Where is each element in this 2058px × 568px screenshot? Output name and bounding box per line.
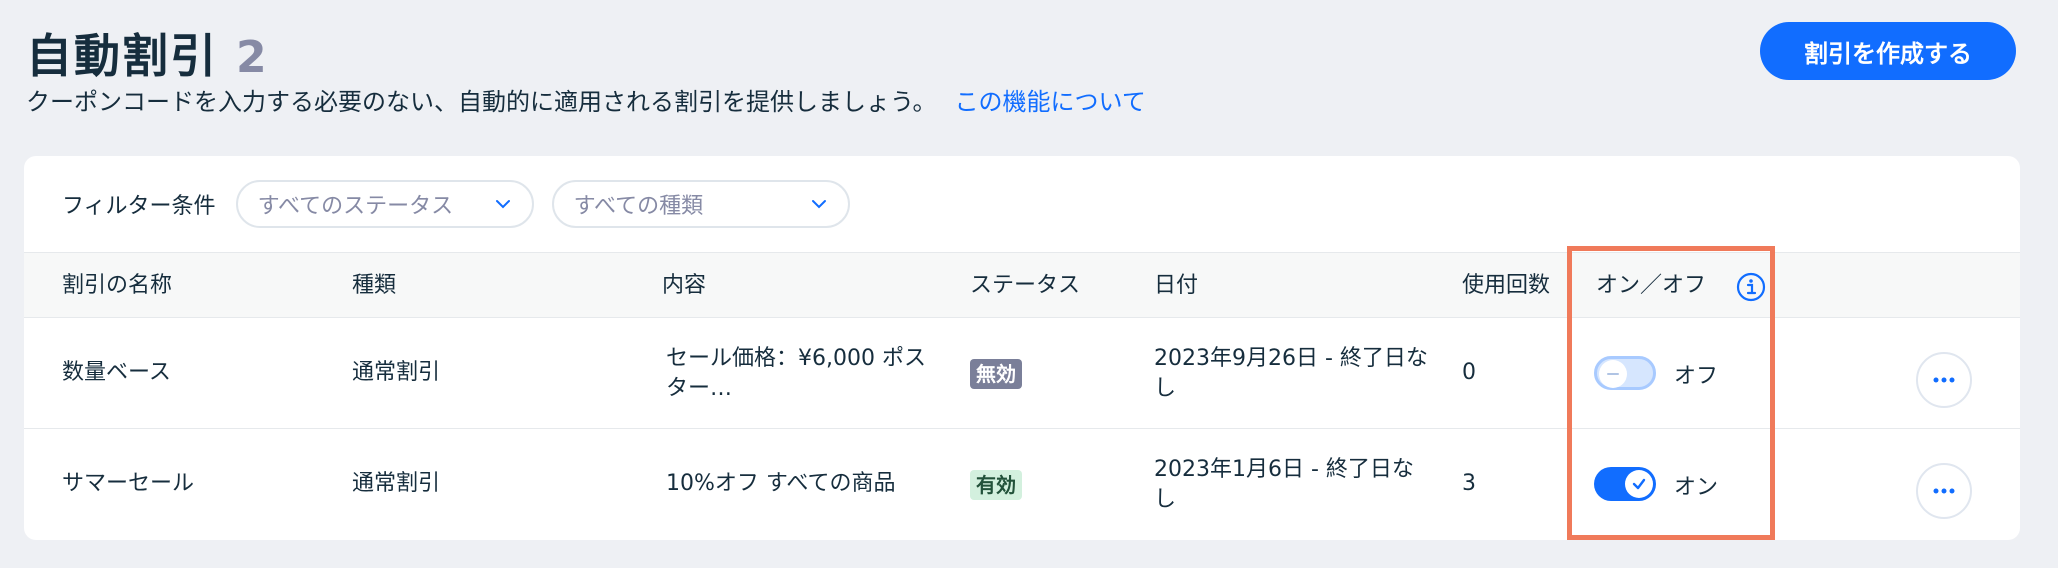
info-icon[interactable] <box>1736 272 1766 302</box>
filter-label: フィルター条件 <box>62 194 216 219</box>
minus-icon <box>1599 360 1627 388</box>
discount-toggle[interactable] <box>1594 467 1656 501</box>
discount-count: 2 <box>236 32 267 83</box>
usage-count: 3 <box>1462 471 1476 496</box>
column-header-date[interactable]: 日付 <box>1154 253 1198 319</box>
page-subtitle-row: クーポンコードを入力する必要のない、自動的に適用される割引を提供しましょう。 この… <box>26 82 1146 117</box>
status-badge: 無効 <box>970 359 1022 389</box>
more-actions-button[interactable] <box>1916 352 1972 408</box>
discount-toggle[interactable] <box>1594 356 1656 390</box>
column-header-uses[interactable]: 使用回数 <box>1462 253 1550 319</box>
discount-type: 通常割引 <box>352 360 441 385</box>
table-header: 割引の名称 種類 内容 ステータス 日付 使用回数 オン／オフ <box>24 252 2020 318</box>
toggle-state-label: オフ <box>1674 364 1719 389</box>
discount-content: セール価格：¥6,000 ポスター… <box>666 346 926 401</box>
column-header-onoff: オン／オフ <box>1596 273 1707 298</box>
filter-bar: フィルター条件 すべてのステータス すべての種類 <box>24 156 2020 252</box>
type-filter-value: すべての種類 <box>573 194 704 219</box>
more-horizontal-icon <box>1933 488 1955 494</box>
check-icon <box>1625 470 1653 498</box>
chevron-down-icon <box>810 195 828 213</box>
discount-date: 2023年9月26日 - 終了日なし <box>1154 346 1428 401</box>
toggle-state-label: オン <box>1674 475 1719 500</box>
learn-more-link[interactable]: この機能について <box>955 88 1146 116</box>
discount-name: 数量ベース <box>62 360 171 385</box>
column-header-type[interactable]: 種類 <box>352 253 396 319</box>
discount-content: 10%オフ すべての商品 <box>666 471 896 496</box>
more-horizontal-icon <box>1933 377 1955 383</box>
page-subtitle: クーポンコードを入力する必要のない、自動的に適用される割引を提供しましょう。 <box>26 88 937 116</box>
discount-type: 通常割引 <box>352 471 441 496</box>
discounts-card: フィルター条件 すべてのステータス すべての種類 割引の名称 種類 内容 ステー… <box>24 156 2020 540</box>
type-filter-select[interactable]: すべての種類 <box>551 180 850 228</box>
table-row[interactable]: サマーセール 通常割引 10%オフ すべての商品 有効 2023年1月6日 - … <box>24 429 2020 540</box>
more-actions-button[interactable] <box>1916 463 1972 519</box>
column-header-status[interactable]: ステータス <box>970 253 1080 319</box>
discount-date: 2023年1月6日 - 終了日なし <box>1154 457 1414 512</box>
usage-count: 0 <box>1462 360 1476 385</box>
table-row[interactable]: 数量ベース 通常割引 セール価格：¥6,000 ポスター… 無効 2023年9月… <box>24 318 2020 429</box>
status-badge: 有効 <box>970 470 1022 500</box>
status-filter-value: すべてのステータス <box>257 194 454 219</box>
create-discount-button[interactable]: 割引を作成する <box>1760 22 2016 80</box>
column-header-content[interactable]: 内容 <box>662 253 706 319</box>
page-title: 自動割引 <box>26 29 218 83</box>
chevron-down-icon <box>494 195 512 213</box>
title-row: 自動割引 2 <box>26 20 2016 86</box>
status-filter-select[interactable]: すべてのステータス <box>235 180 534 228</box>
page-header: 自動割引 2 クーポンコードを入力する必要のない、自動的に適用される割引を提供し… <box>26 20 2016 130</box>
discount-name: サマーセール <box>62 471 195 496</box>
column-header-name[interactable]: 割引の名称 <box>62 253 172 319</box>
